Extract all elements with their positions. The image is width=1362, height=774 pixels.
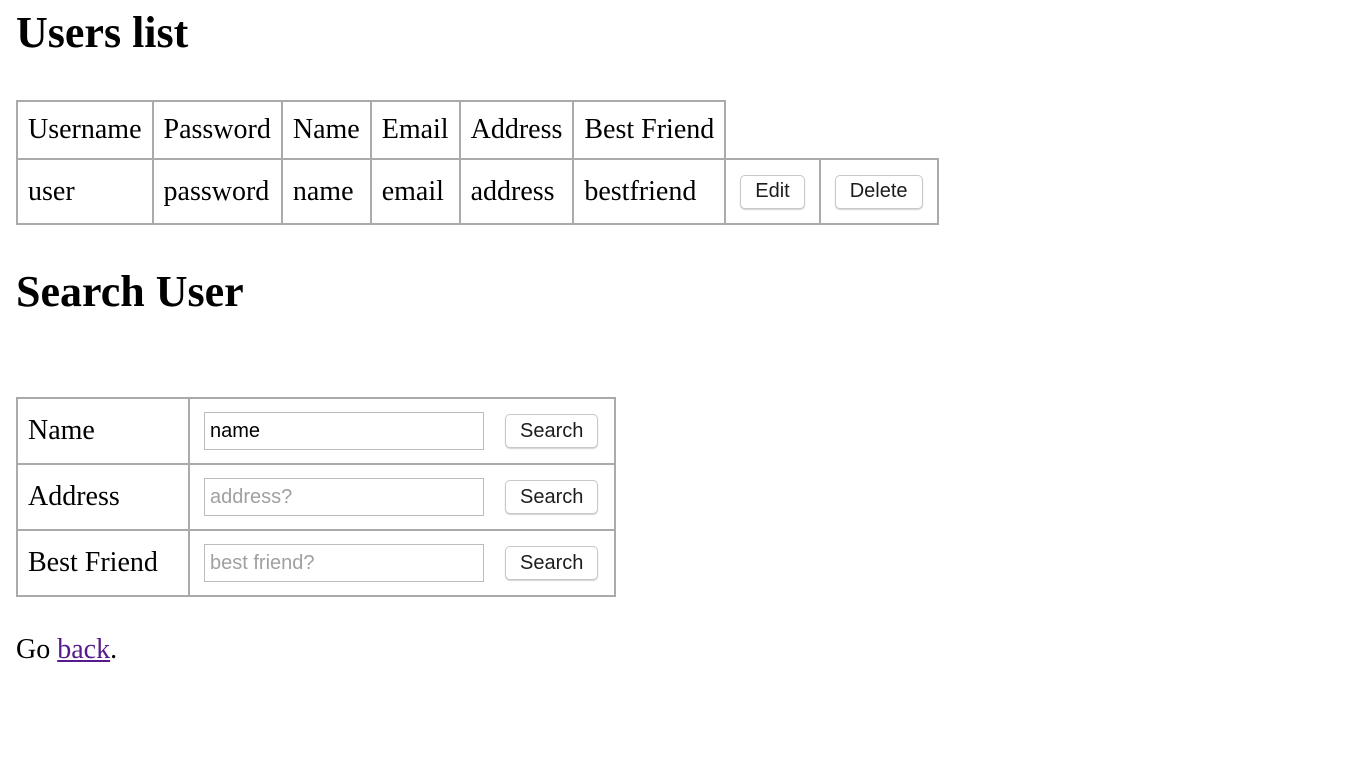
header-best-friend: Best Friend: [572, 100, 727, 160]
search-label-address: Address: [16, 463, 190, 531]
cell-best-friend: bestfriend: [572, 158, 727, 225]
header-empty-cell: [725, 101, 819, 159]
search-row-name: Name Search: [16, 397, 617, 465]
search-name-button[interactable]: Search: [505, 414, 599, 448]
edit-cell: Edit: [724, 158, 821, 225]
search-address-input[interactable]: [204, 478, 484, 516]
search-user-table: Name Search Address Search Best Friend S…: [16, 397, 617, 597]
search-name-input[interactable]: [204, 412, 484, 450]
search-label-name: Name: [16, 397, 190, 465]
search-row-address: Address Search: [16, 463, 617, 531]
go-back-suffix: .: [110, 634, 118, 665]
users-table-header-row: Username Password Name Email Address Bes…: [16, 100, 938, 160]
search-best-friend-input[interactable]: [204, 544, 484, 582]
go-back-prefix: Go: [16, 634, 58, 665]
edit-button[interactable]: Edit: [740, 174, 805, 209]
search-best-friend-button[interactable]: Search: [505, 546, 599, 580]
search-address-button[interactable]: Search: [505, 480, 599, 514]
search-input-cell-address: Search: [187, 463, 617, 531]
back-link[interactable]: back: [57, 634, 110, 665]
search-input-cell-best-friend: Search: [187, 529, 617, 597]
header-address: Address: [458, 100, 575, 160]
search-row-best-friend: Best Friend Search: [16, 529, 617, 597]
users-list-heading: Users list: [16, 8, 189, 57]
header-email: Email: [369, 100, 461, 160]
header-name: Name: [280, 100, 372, 160]
header-username: Username: [16, 100, 154, 160]
header-password: Password: [151, 100, 283, 160]
cell-address: address: [458, 158, 575, 225]
cell-email: email: [369, 158, 461, 225]
delete-cell: Delete: [818, 158, 939, 225]
table-row: user password name email address bestfri…: [16, 158, 939, 225]
cell-name: name: [280, 158, 372, 225]
cell-password: password: [151, 158, 283, 225]
cell-username: user: [16, 158, 154, 225]
search-input-cell-name: Search: [187, 397, 617, 465]
search-label-best-friend: Best Friend: [16, 529, 190, 597]
users-table: Username Password Name Email Address Bes…: [16, 100, 939, 225]
go-back-line: Go back.: [16, 634, 117, 666]
header-empty-cell: [820, 101, 938, 159]
search-user-heading: Search User: [16, 267, 244, 316]
delete-button[interactable]: Delete: [834, 174, 923, 209]
